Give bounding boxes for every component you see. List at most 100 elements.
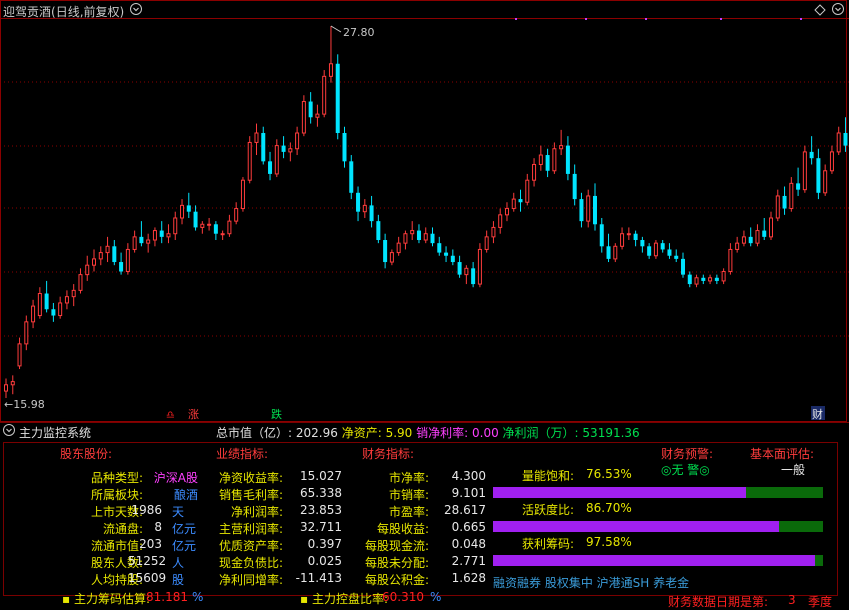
performance-value: 65.338: [300, 486, 342, 500]
performance-value: 23.853: [300, 503, 342, 517]
red-marker-icon: ♎: [166, 410, 175, 421]
shareholder-value: 1986: [131, 503, 162, 517]
summary-bar: 主力监控系统 总市值（亿）: 202.96 净资产: 5.90 销净利率: 0.…: [0, 422, 849, 441]
candle-body: [457, 262, 462, 275]
candle-body: [152, 230, 157, 241]
candle-body: [491, 226, 496, 238]
net-margin-value: 0.00: [472, 426, 499, 440]
candlestick-chart[interactable]: 27.80 ←15.98 ♎ 涨 跌 财: [0, 0, 849, 422]
candle-body: [823, 170, 828, 194]
candle-body: [295, 132, 300, 150]
collapse-icon[interactable]: [3, 424, 15, 439]
metric-progress-bar: [493, 521, 823, 532]
shareholder-unit: 亿元: [172, 539, 197, 553]
candle-body: [119, 262, 124, 272]
diamond-icon[interactable]: [814, 4, 826, 19]
candle-body: [437, 243, 442, 253]
candle-body: [31, 305, 36, 323]
net-profit-value: 53191.36: [582, 426, 640, 440]
candle-body: [829, 151, 834, 172]
header-finance: 财务指标:: [362, 447, 415, 461]
event-dot: [585, 18, 587, 20]
candle-body: [322, 75, 327, 115]
candle-body: [328, 63, 333, 77]
candle-body: [606, 246, 611, 259]
net-margin-label: 销净利率:: [416, 426, 469, 440]
candle-body: [572, 173, 577, 200]
shareholder-label: 所属板块:: [90, 488, 143, 502]
candle-body: [796, 183, 801, 190]
candle-body: [132, 236, 137, 250]
candle-body: [17, 343, 22, 367]
candle-body: [545, 155, 550, 171]
candle-body: [166, 233, 171, 238]
performance-value: 0.025: [307, 554, 342, 568]
candle-body: [24, 321, 29, 345]
control-ratio-label: ▪ 主力控盘比率:: [300, 592, 388, 606]
candle-body: [511, 198, 516, 210]
candle-body: [748, 236, 753, 244]
candle-body: [376, 221, 381, 241]
control-ratio-value: 60.310: [382, 590, 424, 604]
chevron-down-icon[interactable]: [130, 3, 142, 18]
header-industry: 业绩指标:: [216, 447, 269, 461]
report-date-label: 财务数据日期是第:: [668, 595, 769, 609]
shareholder-unit: 天: [172, 505, 185, 519]
candle-body: [735, 242, 740, 250]
candle-body: [234, 208, 239, 222]
performance-label: 净利同增率:: [218, 573, 283, 587]
candle-body: [782, 195, 787, 209]
candle-body: [599, 224, 604, 247]
candle-body: [444, 252, 449, 256]
candle-body: [274, 145, 279, 175]
candle-body: [843, 133, 848, 146]
performance-value: -11.413: [295, 571, 342, 585]
candle-body: [105, 245, 110, 254]
candle-body: [721, 270, 726, 282]
candle-body: [816, 158, 821, 193]
candle-body: [667, 249, 672, 256]
performance-value: 32.711: [300, 520, 342, 534]
finance-label: 每股公积金:: [364, 573, 429, 587]
settings-icon[interactable]: [832, 3, 844, 18]
candle-body: [789, 182, 794, 210]
event-dot: [645, 18, 647, 20]
candle-body: [592, 195, 597, 225]
candle-body: [647, 246, 652, 256]
candle-body: [620, 233, 625, 247]
candle-body: [58, 302, 63, 317]
candle-body: [369, 205, 374, 222]
candle-body: [714, 277, 719, 281]
performance-label: 销售毛利率:: [218, 488, 283, 502]
shareholder-value: 203: [139, 537, 162, 551]
candle-body: [193, 211, 198, 228]
candle-body: [288, 148, 293, 153]
candle-body: [200, 223, 205, 228]
candle-body: [708, 277, 713, 282]
candle-body: [579, 199, 584, 222]
candle-body: [342, 133, 347, 162]
kline-chart-panel[interactable]: 27.80 ←15.98 ♎ 涨 跌 财 迎驾贡酒(日线,前复权): [0, 0, 849, 422]
candle-body: [701, 277, 706, 281]
monitor-panel: 股东股份: 业绩指标: 财务指标: 财务预警: 基本面评估: ◎无 警◎ 一般 …: [0, 440, 849, 610]
candle-body: [775, 195, 780, 219]
candle-body: [430, 233, 435, 244]
candle-body: [37, 293, 42, 317]
performance-value: 15.027: [300, 469, 342, 483]
report-date-value: 3: [788, 593, 796, 607]
candle-body: [186, 205, 191, 212]
candle-body: [836, 132, 841, 153]
candle-body: [146, 239, 151, 244]
candle-body: [383, 240, 388, 263]
candle-body: [613, 245, 618, 260]
warning-value: ◎无 警◎: [661, 463, 710, 477]
candle-body: [525, 179, 530, 203]
fundamental-value: 一般: [781, 463, 806, 477]
candle-body: [112, 246, 117, 263]
candle-body: [261, 133, 266, 162]
candle-body: [315, 113, 320, 118]
candle-body: [565, 145, 570, 174]
metric-label: 获利筹码:: [522, 537, 575, 551]
candle-body: [78, 274, 83, 291]
candle-body: [653, 242, 658, 257]
